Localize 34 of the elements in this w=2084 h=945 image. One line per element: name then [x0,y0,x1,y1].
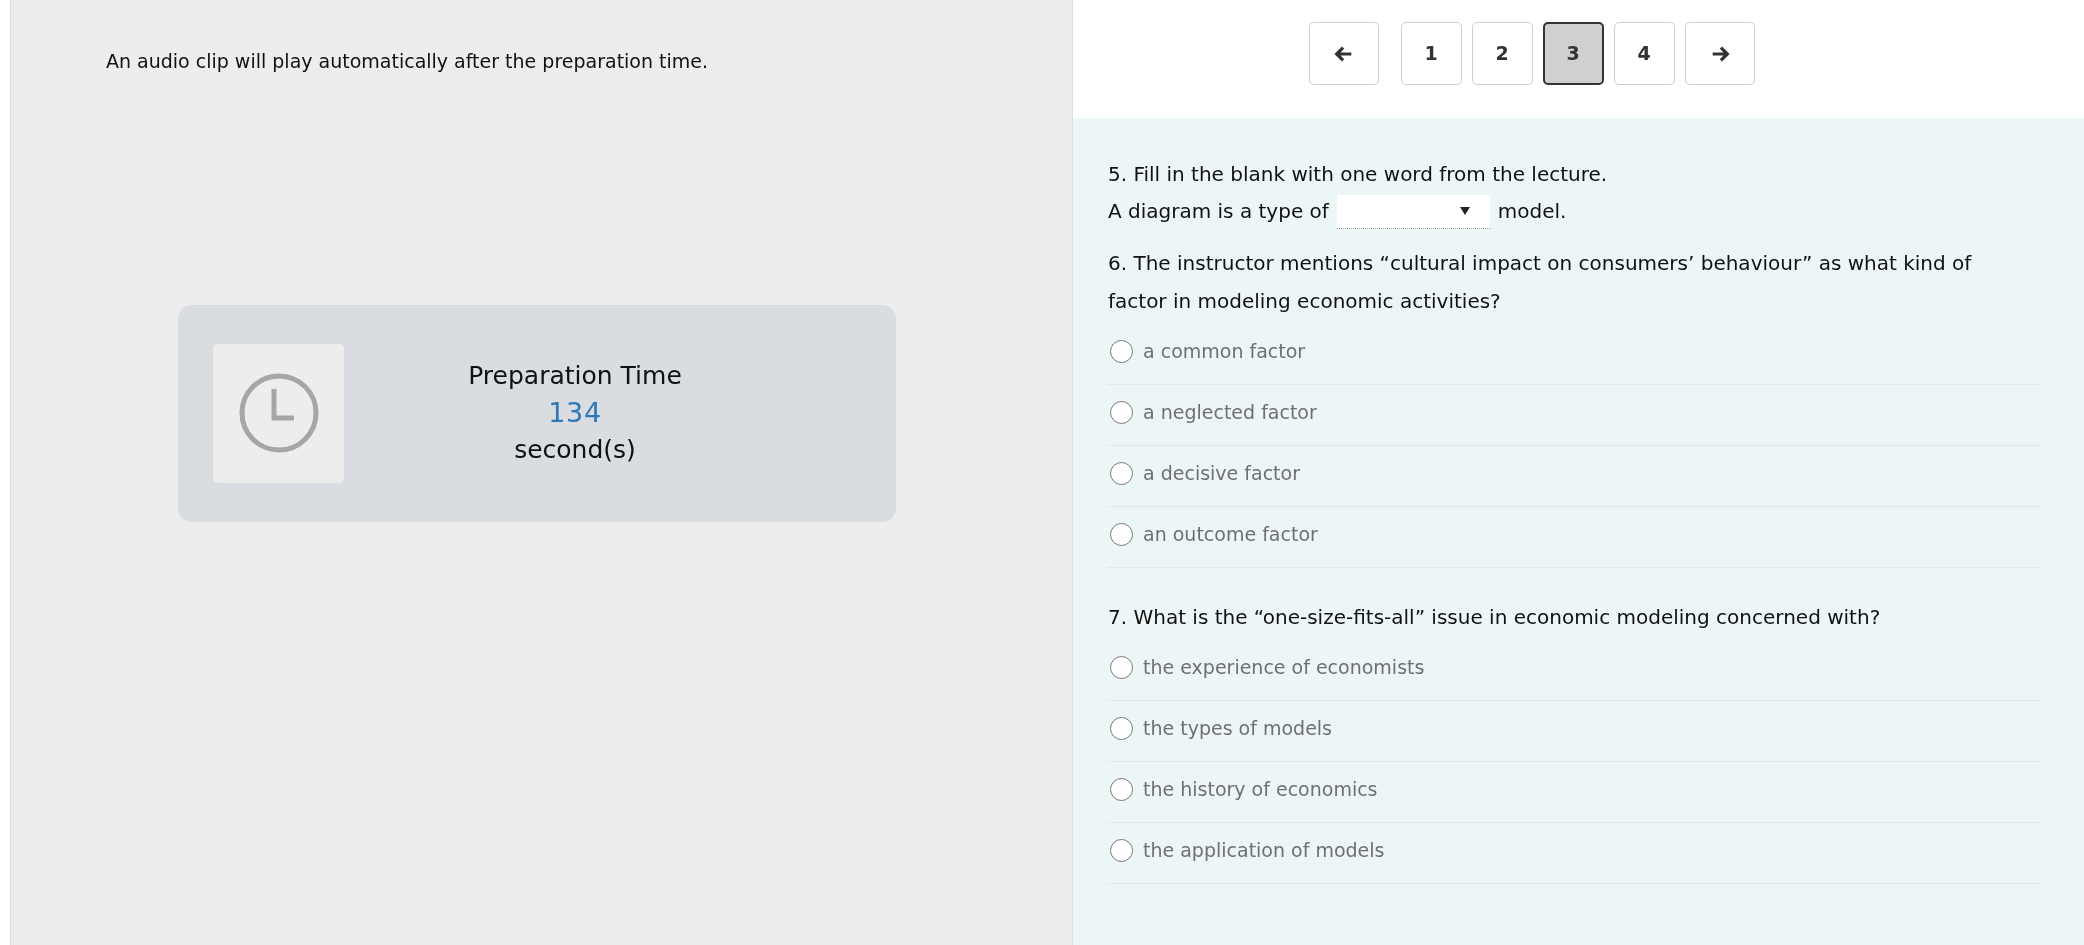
radio-button[interactable] [1110,522,1133,546]
radio-button[interactable] [1110,400,1133,424]
clock-icon [237,372,320,454]
radio-button[interactable] [1110,461,1133,485]
question-text: 7. What is the “one-size-fits-all” issue in economic modeling concerned with? [1108,604,1882,631]
question-text: 6. The instructor mentions “cultural impact on consumers’ behaviour” as what kind of factor in modeling economic activities? [1108,250,1973,315]
radio-button[interactable] [1110,838,1133,862]
radio-button[interactable] [1110,716,1133,740]
radio-button[interactable] [1110,777,1133,801]
next-button[interactable] [1684,22,1755,85]
caret-icon [1459,207,1470,215]
page-button[interactable]: 4 [1613,22,1675,85]
option-label: a decisive factor [1143,460,1300,486]
previous-button[interactable] [1308,22,1379,85]
option-label: the history of economics [1143,776,1378,802]
radio-button[interactable] [1110,655,1133,679]
option-label: the application of models [1143,837,1385,863]
instruction-text: An audio clip will play automatically after the preparation time. [106,49,709,74]
blank-dropdown[interactable] [1336,194,1490,229]
page-button[interactable]: 3 [1542,22,1604,85]
option-label: the experience of economists [1143,654,1425,680]
page-button[interactable]: 2 [1471,22,1533,85]
timer-unit: second(s) [514,434,636,466]
page-button[interactable]: 1 [1400,22,1462,85]
option-label: a neglected factor [1143,399,1317,425]
option-label: the types of models [1143,715,1333,741]
option-label: a common factor [1143,338,1306,364]
sentence-text: A diagram is a type of [1108,198,1329,225]
radio-button[interactable] [1110,339,1133,363]
timer-value: 134 [548,396,602,430]
question-text: 5. Fill in the blank with one word from the lecture. [1108,161,1608,188]
sentence-text: model. [1497,198,1567,225]
option-label: an outcome factor [1143,521,1318,547]
timer-title: Preparation Time [468,360,682,392]
